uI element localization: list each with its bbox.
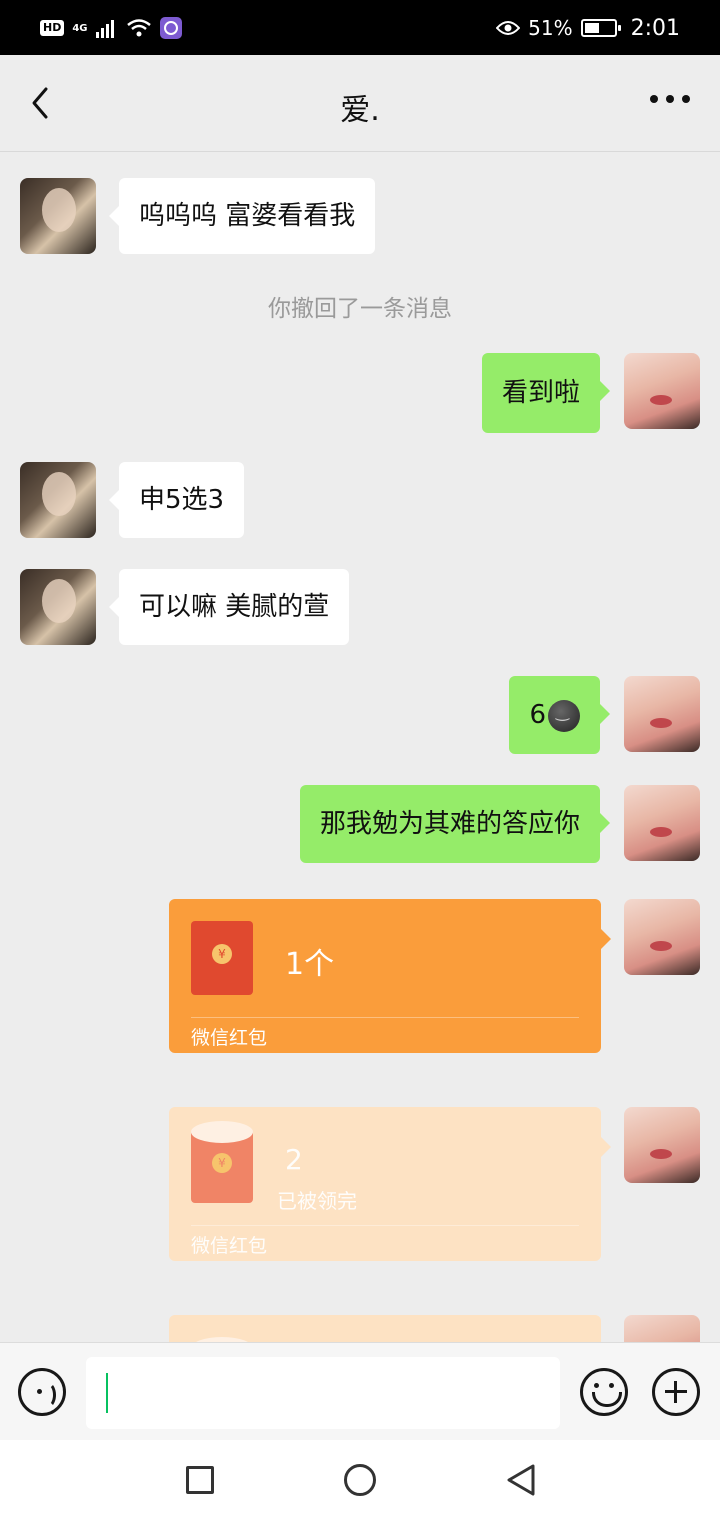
message-row: 呜呜呜 富婆看看我 [0,178,720,254]
chat-header: 爱. [0,55,720,152]
wifi-icon [126,19,151,37]
divider [191,1017,579,1018]
message-row: 6 [0,676,720,754]
recent-apps-icon[interactable] [186,1466,214,1494]
system-nav-bar [0,1440,720,1520]
message-row: ¥ 1个 微信红包 [0,899,720,1053]
avatar-self[interactable] [624,1107,700,1183]
nav-back-icon[interactable] [506,1464,536,1496]
avatar-contact[interactable] [20,569,96,645]
red-packet-card[interactable]: ¥ 1个 微信红包 [169,899,611,1053]
message-row: 可以嘛 美腻的萱 [0,569,720,645]
battery-icon [580,19,621,37]
battery-percent: 51% [528,16,573,40]
red-packet-status: 已被领完 [277,1189,357,1213]
red-packet-title: 1个 [285,947,335,982]
message-row: 那我勉为其难的答应你 [0,785,720,863]
text-cursor [106,1373,108,1413]
chat-input-bar [0,1342,720,1440]
opened-envelope-icon: ¥ [191,1121,253,1203]
status-bar: HD 4G 51% 2:01 [0,0,720,55]
avatar-self[interactable] [624,899,700,975]
hd-badge: HD [40,20,65,36]
avatar-self[interactable] [624,785,700,861]
red-packet-title: 2 [285,1143,303,1176]
chat-title: 爱. [340,93,380,128]
message-row: 申5选3 [0,462,720,538]
recalled-message-notice: 你撤回了一条消息 [268,296,452,322]
message-row [0,1315,720,1342]
message-row: ¥ 2 已被领完 微信红包 [0,1107,720,1261]
chat-message-list[interactable]: 呜呜呜 富婆看看我 你撤回了一条消息 看到啦 申5选3 可以嘛 美腻的萱 6 那… [0,152,720,1342]
eye-icon [496,21,521,35]
plus-icon[interactable] [652,1368,700,1416]
voice-input-icon[interactable] [18,1368,66,1416]
red-packet-card[interactable] [169,1315,601,1342]
divider [191,1225,579,1226]
red-packet-label: 微信红包 [191,1027,268,1049]
message-bubble[interactable]: 那我勉为其难的答应你 [299,785,611,863]
message-bubble[interactable]: 申5选3 [108,462,245,538]
status-right: 51% 2:01 [496,14,680,42]
red-packet-label: 微信红包 [191,1235,268,1257]
red-packet-card[interactable]: ¥ 2 已被领完 微信红包 [169,1107,611,1261]
status-left: HD 4G [40,14,182,42]
signal-icon [95,20,114,38]
red-envelope-icon: ¥ [191,921,253,995]
message-bubble[interactable]: 看到啦 [481,353,611,433]
emoji-icon[interactable] [580,1368,628,1416]
clock: 2:01 [630,15,680,41]
avatar-self[interactable] [624,676,700,752]
message-input[interactable] [86,1357,560,1429]
message-row: 看到啦 [0,353,720,433]
message-text: 6 [529,700,546,730]
smirk-emoji-icon [548,699,580,732]
avatar-self[interactable] [624,1315,700,1342]
network-type: 4G [72,22,88,34]
avatar-contact[interactable] [20,178,96,254]
avatar-contact[interactable] [20,462,96,538]
message-bubble[interactable]: 呜呜呜 富婆看看我 [108,178,376,254]
home-icon[interactable] [344,1464,376,1496]
more-options-icon[interactable] [650,95,690,103]
avatar-self[interactable] [624,353,700,429]
app-notification-icon [159,17,182,39]
message-bubble[interactable]: 可以嘛 美腻的萱 [108,569,350,645]
message-bubble[interactable]: 6 [509,676,610,754]
